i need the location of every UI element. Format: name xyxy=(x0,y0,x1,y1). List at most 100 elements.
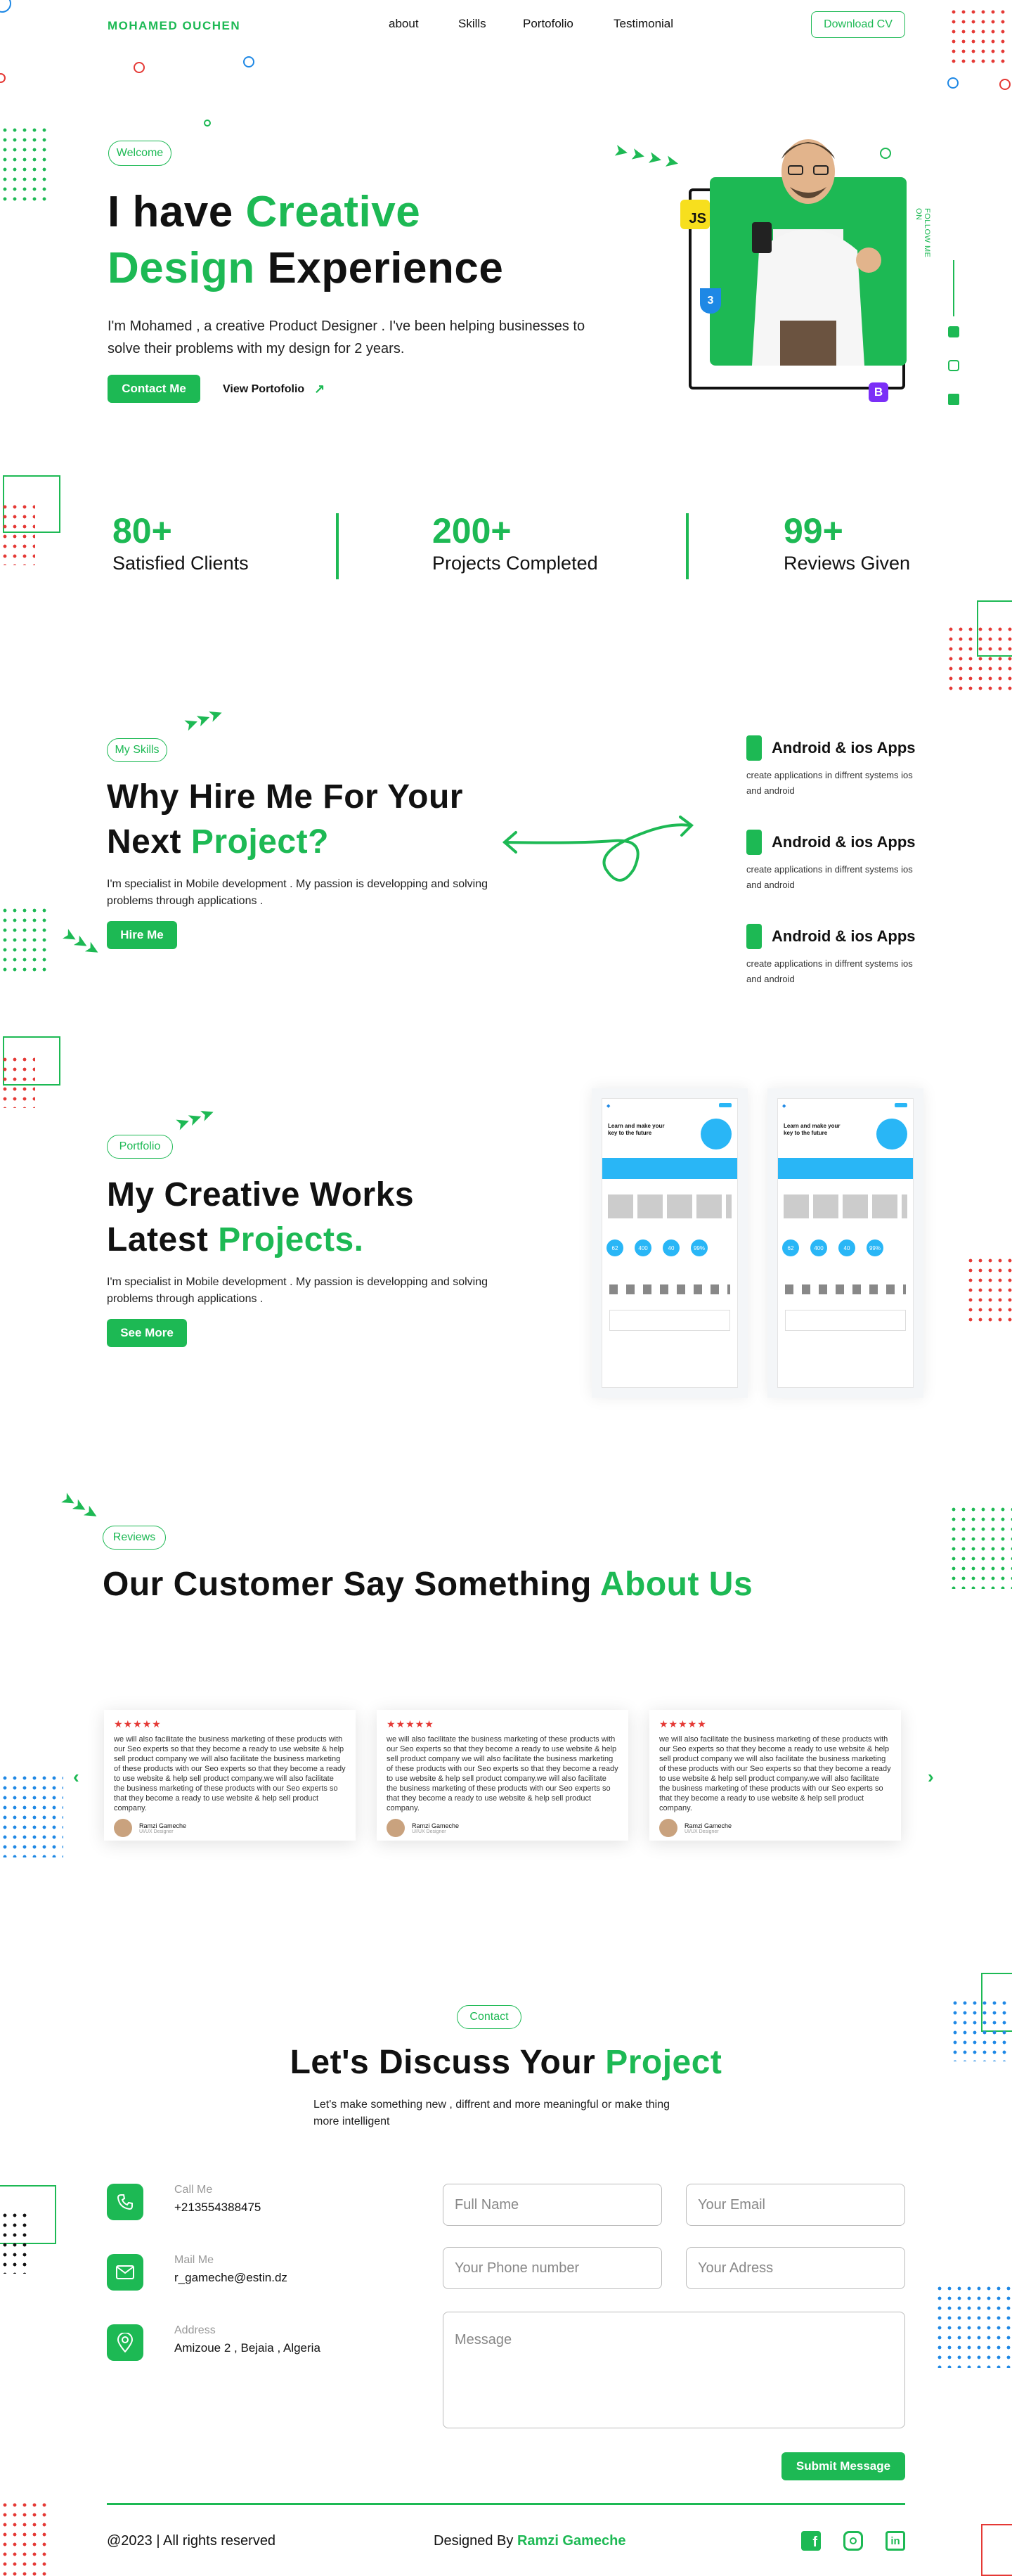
stat-label: Satisfied Clients xyxy=(112,553,249,574)
phone-field[interactable]: Your Phone number xyxy=(443,2247,662,2289)
reviewer-role: UI/UX Designer xyxy=(139,1829,174,1834)
contact-badge: Contact xyxy=(457,2005,521,2029)
deco-dots xyxy=(949,7,1005,63)
stat-label: Projects Completed xyxy=(432,553,598,574)
skill-item: Android & ios Apps create applications i… xyxy=(746,830,929,893)
avatar xyxy=(659,1819,677,1837)
stat-number: 80+ xyxy=(112,511,172,550)
contact-me-button[interactable]: Contact Me xyxy=(108,375,200,403)
deco-circle xyxy=(947,77,959,89)
reviews-title-highlight: About Us xyxy=(599,1566,753,1603)
deco-dots xyxy=(0,906,49,973)
linkedin-icon[interactable] xyxy=(948,394,959,405)
hero-description: I'm Mohamed , a creative Product Designe… xyxy=(108,318,585,356)
nav-link-portfolio[interactable]: Portofolio xyxy=(523,17,573,31)
view-portfolio-label: View Portofolio xyxy=(223,382,305,395)
nav-link-testimonial[interactable]: Testimonial xyxy=(614,17,673,31)
rating-stars-icon: ★★★★★ xyxy=(387,1718,434,1730)
email-field[interactable]: Your Email xyxy=(686,2184,905,2226)
deco-circle xyxy=(0,0,11,13)
stat-divider xyxy=(686,513,689,579)
deco-circle xyxy=(0,73,6,83)
see-more-button[interactable]: See More xyxy=(107,1319,187,1347)
arrows-decoration-icon: ➤➤➤ xyxy=(60,925,103,960)
follow-divider xyxy=(953,260,954,316)
address-field[interactable]: Your Adress xyxy=(686,2247,905,2289)
mock-stat: 62 xyxy=(782,1239,799,1256)
review-text: we will also facilitate the business mar… xyxy=(659,1735,891,1812)
contact-address: Address Amizoue 2 , Bejaia , Algeria xyxy=(107,2324,320,2361)
skill-title: Android & ios Apps xyxy=(772,739,916,756)
mock-stat: 400 xyxy=(810,1239,827,1256)
deco-circle xyxy=(999,79,1011,90)
skills-title-part: Next xyxy=(107,823,191,861)
follow-label: FOLLOW ME ON xyxy=(914,208,931,258)
facebook-icon[interactable] xyxy=(948,326,959,337)
footer-instagram-icon[interactable] xyxy=(843,2531,863,2551)
reviewer-role: UI/UX Designer xyxy=(685,1829,719,1834)
call-value[interactable]: +213554388475 xyxy=(174,2201,261,2215)
reviewer-name: Ramzi Gameche xyxy=(412,1822,460,1829)
mock-stat: 400 xyxy=(635,1239,651,1256)
review-text: we will also facilitate the business mar… xyxy=(114,1735,346,1812)
download-cv-button[interactable]: Download CV xyxy=(811,11,905,38)
skill-title: Android & ios Apps xyxy=(772,833,916,851)
submit-message-button[interactable]: Submit Message xyxy=(781,2452,905,2480)
deco-dots xyxy=(966,1256,1012,1323)
deco-dots xyxy=(950,1998,1012,2061)
mock-logo-icon: ◆ xyxy=(782,1104,786,1109)
nav-link-about[interactable]: about xyxy=(389,17,419,31)
call-label: Call Me xyxy=(174,2184,213,2196)
deco-dots xyxy=(0,502,35,565)
address-label: Address xyxy=(174,2324,216,2336)
hero-title: I have Creative Design Experience xyxy=(108,184,599,297)
phone-icon xyxy=(746,830,762,855)
phone-icon xyxy=(746,924,762,949)
contact-title-part: Let's Discuss Your xyxy=(290,2044,606,2081)
footer-facebook-icon[interactable]: f xyxy=(801,2531,821,2551)
designer-name[interactable]: Ramzi Gameche xyxy=(517,2533,626,2549)
mail-label: Mail Me xyxy=(174,2254,214,2266)
portfolio-title: My Creative Works Latest Projects. xyxy=(107,1173,599,1263)
reviewer-name: Ramzi Gameche xyxy=(139,1822,187,1829)
project-preview[interactable]: ◆ Learn and make your key to the future … xyxy=(767,1088,923,1398)
mock-logo-icon: ◆ xyxy=(606,1104,611,1109)
location-icon xyxy=(107,2324,143,2361)
skill-description: create applications in diffrent systems … xyxy=(746,864,913,890)
arrow-up-right-icon: ↗ xyxy=(314,382,325,396)
phone-icon xyxy=(746,735,762,761)
mail-value[interactable]: r_gameche@estin.dz xyxy=(174,2271,287,2285)
hero-title-highlight: Design xyxy=(108,244,255,292)
contact-call: Call Me +213554388475 xyxy=(107,2184,261,2220)
arrows-decoration-icon: ➤➤➤ xyxy=(174,1103,216,1133)
mock-stat: 62 xyxy=(606,1239,623,1256)
portfolio-description: I'm specialist in Mobile development . M… xyxy=(107,1276,488,1305)
deco-dots xyxy=(946,624,1012,695)
stat-divider xyxy=(336,513,339,579)
phone-icon xyxy=(107,2184,143,2220)
project-preview[interactable]: ◆ Learn and make your key to the future … xyxy=(592,1088,748,1398)
review-text: we will also facilitate the business mar… xyxy=(387,1735,618,1812)
reviewer-role: UI/UX Designer xyxy=(412,1829,446,1834)
nav-link-skills[interactable]: Skills xyxy=(458,17,486,31)
arrows-decoration-icon: ➤ ➤ ➤ ➤ xyxy=(613,141,680,172)
view-portfolio-link[interactable]: View Portofolio ↗ xyxy=(223,382,325,397)
avatar xyxy=(387,1819,405,1837)
designed-by: Designed By Ramzi Gameche xyxy=(434,2533,625,2549)
skills-title-highlight: Project? xyxy=(190,823,329,861)
review-card: ★★★★★ we will also facilitate the busine… xyxy=(104,1710,356,1841)
contact-description: Let's make something new , diffrent and … xyxy=(313,2099,670,2127)
footer-linkedin-icon[interactable]: in xyxy=(885,2531,905,2551)
carousel-prev-icon[interactable]: ‹ xyxy=(73,1766,79,1788)
instagram-icon[interactable] xyxy=(948,360,959,371)
portfolio-title-highlight: Projects. xyxy=(218,1221,364,1258)
mock-stat: 40 xyxy=(663,1239,680,1256)
deco-square xyxy=(981,2524,1012,2576)
message-field[interactable]: Message xyxy=(443,2312,905,2428)
full-name-field[interactable]: Full Name xyxy=(443,2184,662,2226)
hire-me-button[interactable]: Hire Me xyxy=(107,921,177,949)
carousel-next-icon[interactable]: › xyxy=(928,1766,934,1788)
css-icon: 3 xyxy=(700,288,721,314)
deco-circle xyxy=(204,120,211,127)
brand-logo[interactable]: MOHAMED OUCHEN xyxy=(108,19,240,33)
